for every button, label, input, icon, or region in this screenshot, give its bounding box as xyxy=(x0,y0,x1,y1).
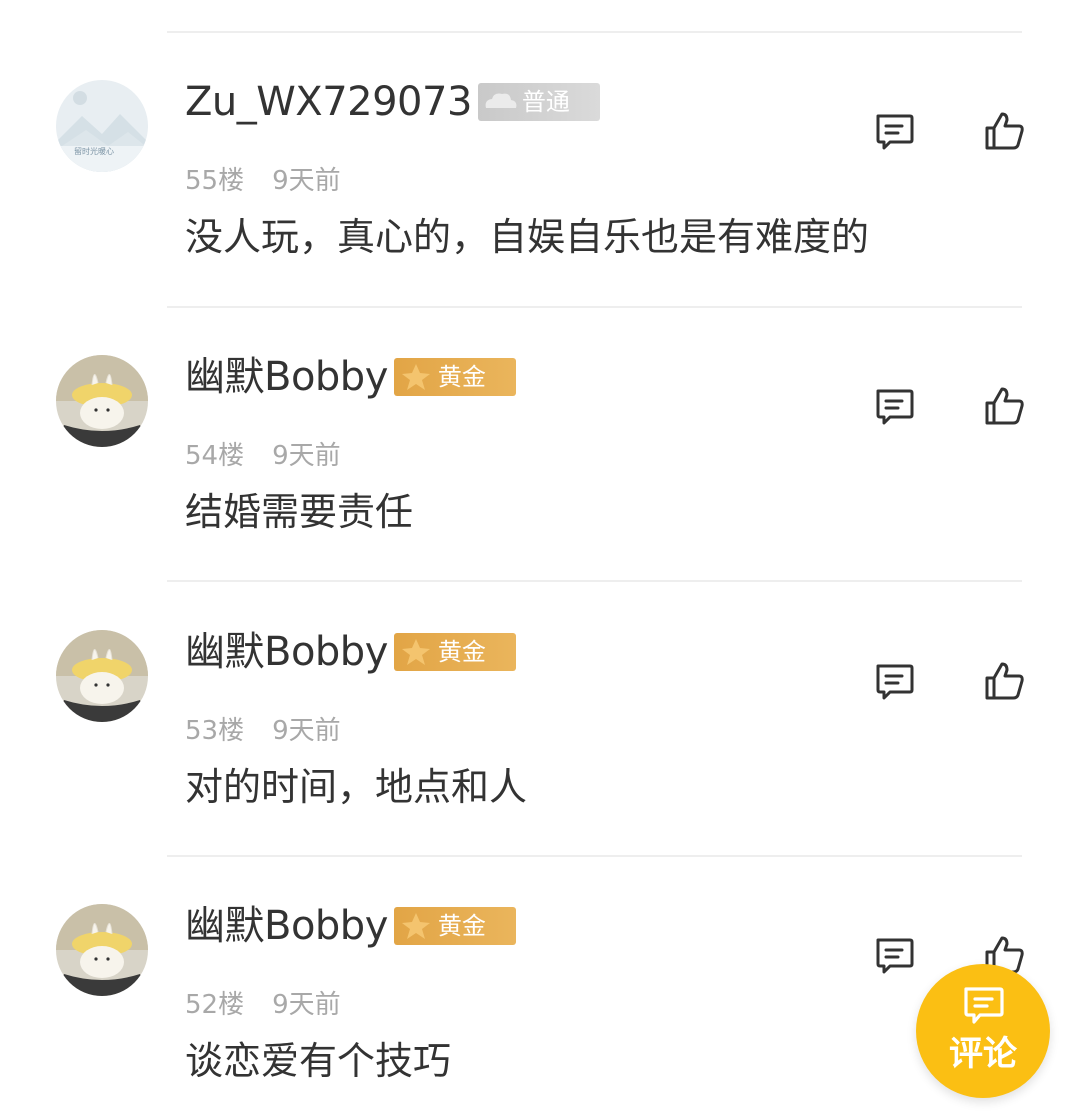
timestamp: 9天前 xyxy=(272,716,341,746)
reply-button[interactable] xyxy=(872,110,916,154)
avatar[interactable] xyxy=(56,904,148,996)
avatar-caption: 留时光暖心 xyxy=(74,147,114,156)
comment-item: 幽默Bobby 黄金 53楼 9天前 对的时间，地点和人 xyxy=(0,582,1080,856)
username[interactable]: 幽默Bobby xyxy=(185,628,388,676)
user-info: Zu_WX729073 普通 xyxy=(185,78,600,126)
star-icon xyxy=(401,913,430,939)
floor-number: 53楼 xyxy=(185,716,245,746)
comment-meta: 52楼 9天前 xyxy=(185,988,341,1022)
thumbs-up-icon xyxy=(985,387,1024,425)
comment-meta: 54楼 9天前 xyxy=(185,439,341,473)
reply-button[interactable] xyxy=(872,660,916,704)
timestamp: 9天前 xyxy=(272,990,341,1020)
level-badge: 普通 xyxy=(477,83,600,121)
reply-icon xyxy=(876,114,914,150)
comment-fab-button[interactable]: 评论 xyxy=(916,964,1050,1098)
comment-icon xyxy=(964,987,1004,1024)
badge-label: 黄金 xyxy=(437,912,486,940)
user-info: 幽默Bobby 黄金 xyxy=(185,353,516,401)
comment-text[interactable]: 没人玩，真心的，自娱自乐也是有难度的 xyxy=(185,210,869,264)
username[interactable]: 幽默Bobby xyxy=(185,353,388,401)
badge-label: 普通 xyxy=(521,88,570,116)
comment-item: 幽默Bobby 黄金 54楼 9天前 结婚需要责任 xyxy=(0,307,1080,581)
username[interactable]: 幽默Bobby xyxy=(185,902,388,950)
timestamp: 9天前 xyxy=(272,441,341,471)
reply-button[interactable] xyxy=(872,385,916,429)
star-icon xyxy=(401,639,430,665)
level-badge: 黄金 xyxy=(393,633,516,671)
comment-item: 留时光暖心 Zu_WX729073 普通 55楼 9天前 没人玩，真心的，自娱自乐… xyxy=(0,32,1080,306)
comment-text[interactable]: 对的时间，地点和人 xyxy=(185,760,527,814)
badge-label: 黄金 xyxy=(437,638,486,666)
reply-icon xyxy=(876,389,914,425)
floor-number: 52楼 xyxy=(185,990,245,1020)
user-info: 幽默Bobby 黄金 xyxy=(185,902,516,950)
avatar[interactable]: 留时光暖心 xyxy=(56,80,148,172)
star-icon xyxy=(401,364,430,390)
comment-fab-label: 评论 xyxy=(949,1034,1017,1074)
level-badge: 黄金 xyxy=(393,358,516,396)
floor-number: 54楼 xyxy=(185,441,245,471)
comment-item: 幽默Bobby 黄金 52楼 9天前 谈恋爱有个技巧 xyxy=(0,856,1080,1116)
reply-icon xyxy=(876,938,914,974)
timestamp: 9天前 xyxy=(272,166,341,196)
like-button[interactable] xyxy=(983,110,1027,154)
comment-meta: 53楼 9天前 xyxy=(185,714,341,748)
comment-text[interactable]: 谈恋爱有个技巧 xyxy=(185,1034,451,1088)
thumbs-up-icon xyxy=(985,662,1024,700)
thumbs-up-icon xyxy=(985,112,1024,150)
comment-list-page: 留时光暖心 Zu_WX729073 普通 55楼 9天前 没人玩，真心的，自娱自乐… xyxy=(0,0,1080,1116)
reply-button[interactable] xyxy=(872,934,916,978)
avatar[interactable] xyxy=(56,355,148,447)
floor-number: 55楼 xyxy=(185,166,245,196)
username[interactable]: Zu_WX729073 xyxy=(185,78,472,126)
comment-text[interactable]: 结婚需要责任 xyxy=(185,485,413,539)
user-info: 幽默Bobby 黄金 xyxy=(185,628,516,676)
cloud-icon xyxy=(485,93,517,108)
level-badge: 黄金 xyxy=(393,907,516,945)
badge-label: 黄金 xyxy=(437,363,486,391)
reply-icon xyxy=(876,664,914,700)
like-button[interactable] xyxy=(983,660,1027,704)
like-button[interactable] xyxy=(983,385,1027,429)
comment-meta: 55楼 9天前 xyxy=(185,164,341,198)
avatar[interactable] xyxy=(56,630,148,722)
